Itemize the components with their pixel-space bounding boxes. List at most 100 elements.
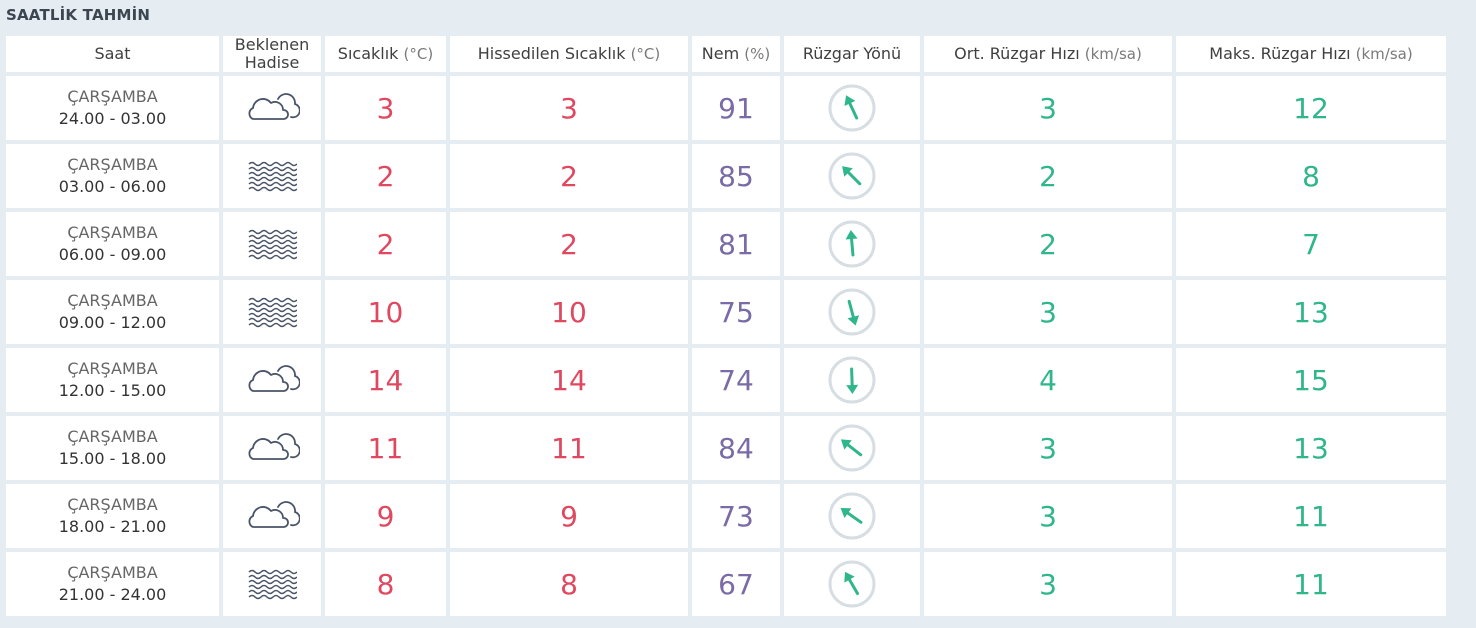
wind-direction-arrow-icon [784,151,920,201]
cloud-icon [223,364,321,396]
feels-like-value: 2 [560,227,578,261]
header-saat: Saat [6,36,219,72]
wind-avg-cell: 3 [924,416,1172,480]
temperature-cell: 8 [325,552,446,616]
humidity-value: 85 [718,159,754,193]
table-row: ÇARŞAMBA 12.00 - 15.00 14 14 74 4 15 [6,348,1446,412]
feels-like-value: 9 [560,499,578,533]
wind-max-value: 13 [1293,295,1329,329]
time-cell: ÇARŞAMBA 06.00 - 09.00 [6,212,219,276]
time-range: 12.00 - 15.00 [58,381,167,400]
humidity-cell: 84 [692,416,780,480]
wind-max-cell: 12 [1176,76,1446,140]
time-range: 24.00 - 03.00 [58,109,167,128]
wind-max-value: 13 [1293,431,1329,465]
feels-like-cell: 8 [450,552,688,616]
wind-direction-cell [784,76,920,140]
time-cell: ÇARŞAMBA 24.00 - 03.00 [6,76,219,140]
fog-icon [223,296,321,328]
humidity-cell: 75 [692,280,780,344]
time-range: 09.00 - 12.00 [58,313,167,332]
humidity-value: 67 [718,567,754,601]
wind-direction-cell [784,212,920,276]
wind-avg-value: 3 [1039,499,1057,533]
wind-direction-arrow-icon [784,559,920,609]
humidity-cell: 74 [692,348,780,412]
time-cell: ÇARŞAMBA 21.00 - 24.00 [6,552,219,616]
fog-icon [223,160,321,192]
wind-avg-cell: 3 [924,552,1172,616]
weather-cell [223,144,321,208]
wind-direction-cell [784,348,920,412]
time-range: 21.00 - 24.00 [58,585,167,604]
fog-icon [223,568,321,600]
wind-avg-value: 2 [1039,159,1057,193]
wind-max-value: 11 [1293,567,1329,601]
wind-max-value: 8 [1302,159,1320,193]
day-label: ÇARŞAMBA [67,291,158,310]
time-cell: ÇARŞAMBA 03.00 - 06.00 [6,144,219,208]
time-range: 15.00 - 18.00 [58,449,167,468]
fog-icon [223,228,321,260]
temperature-cell: 2 [325,212,446,276]
hourly-forecast-panel: SAATLİK TAHMİN Saat Beklenen Hadise Sıcak… [0,0,1476,628]
wind-avg-cell: 2 [924,144,1172,208]
table-row: ÇARŞAMBA 03.00 - 06.00 2 2 85 2 8 [6,144,1446,208]
humidity-value: 73 [718,499,754,533]
wind-avg-cell: 2 [924,212,1172,276]
temperature-cell: 14 [325,348,446,412]
header-maks-ruzgar: Maks. Rüzgar Hızı (km/sa) [1176,36,1446,72]
wind-max-cell: 13 [1176,416,1446,480]
wind-max-cell: 7 [1176,212,1446,276]
humidity-value: 75 [718,295,754,329]
feels-like-value: 8 [560,567,578,601]
humidity-value: 81 [718,227,754,261]
wind-max-cell: 11 [1176,552,1446,616]
temperature-value: 11 [367,431,404,465]
wind-avg-value: 3 [1039,295,1057,329]
weather-cell [223,552,321,616]
wind-direction-arrow-icon [784,287,920,337]
feels-like-cell: 10 [450,280,688,344]
humidity-cell: 85 [692,144,780,208]
wind-max-cell: 11 [1176,484,1446,548]
humidity-value: 91 [718,91,754,125]
temperature-cell: 9 [325,484,446,548]
wind-max-cell: 8 [1176,144,1446,208]
table-row: ÇARŞAMBA 21.00 - 24.00 8 8 67 3 11 [6,552,1446,616]
time-cell: ÇARŞAMBA 09.00 - 12.00 [6,280,219,344]
temperature-cell: 2 [325,144,446,208]
temperature-cell: 3 [325,76,446,140]
wind-direction-cell [784,280,920,344]
wind-direction-arrow-icon [784,423,920,473]
cloud-icon [223,432,321,464]
weather-cell [223,484,321,548]
wind-max-value: 7 [1302,227,1320,261]
feels-like-value: 2 [560,159,578,193]
weather-cell [223,416,321,480]
wind-max-cell: 13 [1176,280,1446,344]
wind-avg-value: 3 [1039,91,1057,125]
temperature-cell: 11 [325,416,446,480]
temperature-cell: 10 [325,280,446,344]
forecast-table: Saat Beklenen Hadise Sıcaklık (°C) Hissed… [2,32,1450,620]
humidity-cell: 73 [692,484,780,548]
wind-avg-value: 4 [1039,363,1057,397]
weather-cell [223,348,321,412]
table-row: ÇARŞAMBA 06.00 - 09.00 2 2 81 2 7 [6,212,1446,276]
feels-like-value: 14 [551,363,587,397]
day-label: ÇARŞAMBA [67,155,158,174]
wind-direction-cell [784,144,920,208]
wind-direction-cell [784,552,920,616]
header-hissedilen: Hissedilen Sıcaklık (°C) [450,36,688,72]
header-hadise: Beklenen Hadise [223,36,321,72]
weather-cell [223,280,321,344]
table-row: ÇARŞAMBA 15.00 - 18.00 11 11 84 3 13 [6,416,1446,480]
feels-like-cell: 3 [450,76,688,140]
header-ort-ruzgar: Ort. Rüzgar Hızı (km/sa) [924,36,1172,72]
temperature-value: 10 [367,295,404,329]
feels-like-cell: 11 [450,416,688,480]
table-row: ÇARŞAMBA 18.00 - 21.00 9 9 73 3 11 [6,484,1446,548]
weather-cell [223,212,321,276]
day-label: ÇARŞAMBA [67,359,158,378]
